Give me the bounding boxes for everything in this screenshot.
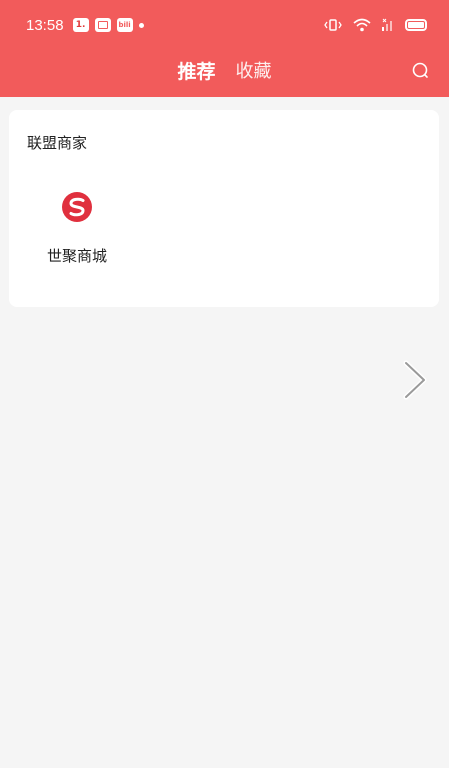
vibrate-icon (324, 19, 342, 31)
alliance-merchants-card: 联盟商家 世聚商城 (9, 110, 439, 307)
app-notification-icon: 1. (72, 18, 89, 32)
signal-icon (382, 18, 392, 31)
merchant-name: 世聚商城 (46, 247, 107, 265)
shiju-logo-icon (62, 192, 92, 222)
section-title: 联盟商家 (27, 134, 88, 152)
notification-icons: 1. bili (72, 18, 144, 32)
app-header: 13:58 1. bili 推荐 收藏 (0, 0, 449, 97)
search-icon[interactable] (410, 60, 432, 82)
wifi-icon (353, 18, 371, 32)
gallery-notification-icon (94, 18, 111, 32)
chevron-right-icon[interactable] (400, 358, 430, 402)
status-time: 13:58 (26, 16, 64, 34)
tab-recommend[interactable]: 推荐 (167, 57, 225, 84)
battery-icon (405, 19, 427, 31)
tab-favorites[interactable]: 收藏 (226, 57, 282, 83)
bilibili-notification-icon: bili (116, 18, 133, 32)
system-status-icons (323, 18, 427, 32)
merchant-item-shiju[interactable]: 世聚商城 (29, 190, 125, 280)
status-bar: 13:58 1. bili (0, 0, 449, 50)
top-nav: 推荐 收藏 (0, 50, 449, 90)
more-notifications-dot-icon (138, 22, 144, 28)
